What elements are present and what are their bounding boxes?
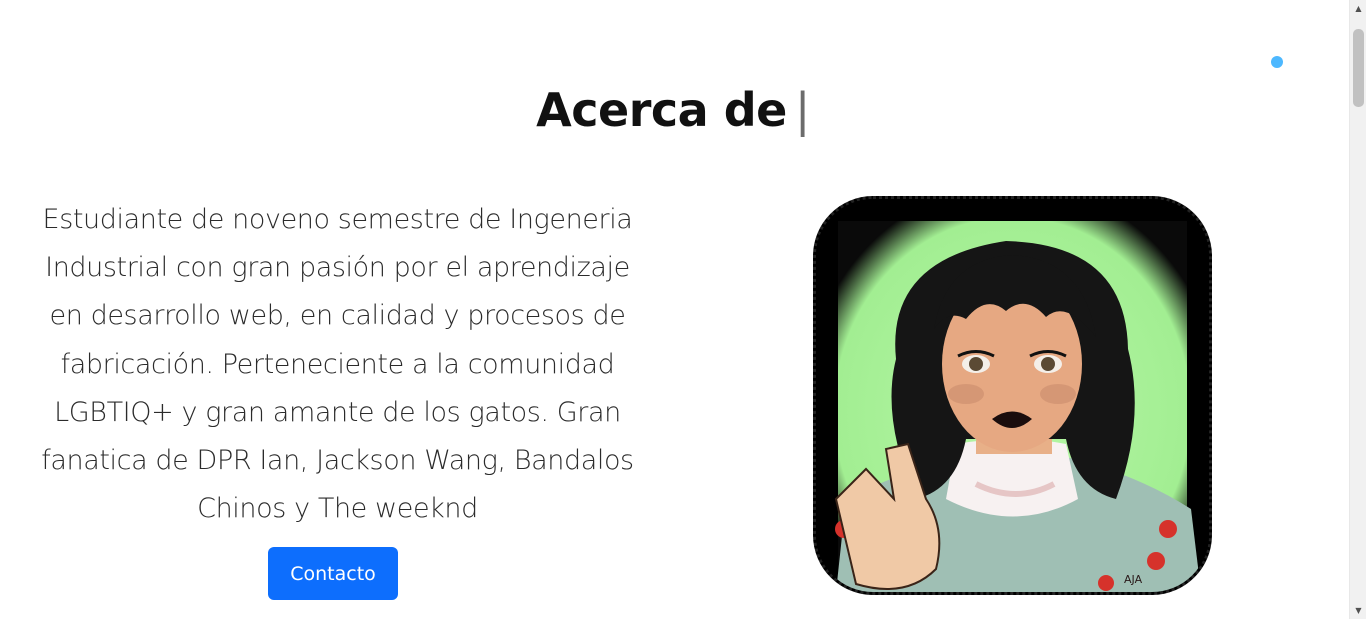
page-title-text: Acerca de [536,83,787,137]
contact-button[interactable]: Contacto [268,547,398,600]
scroll-up-icon[interactable]: ▲ [1350,0,1366,17]
scroll-down-icon[interactable]: ▼ [1350,602,1366,619]
avatar-signature: AJA [1124,573,1143,586]
avatar-illustration: AJA [816,199,1209,592]
scrollbar-thumb[interactable] [1353,29,1364,107]
avatar-image: AJA [813,196,1212,595]
cursor-dot-indicator [1271,56,1283,68]
vertical-scrollbar[interactable]: ▲ ▼ [1349,0,1366,619]
about-page: Acerca de | Estudiante de noveno semestre… [0,0,1366,619]
typing-caret: | [794,83,811,137]
page-title: Acerca de | [0,82,1346,138]
bio-paragraph: Estudiante de noveno semestre de Ingener… [41,204,634,525]
